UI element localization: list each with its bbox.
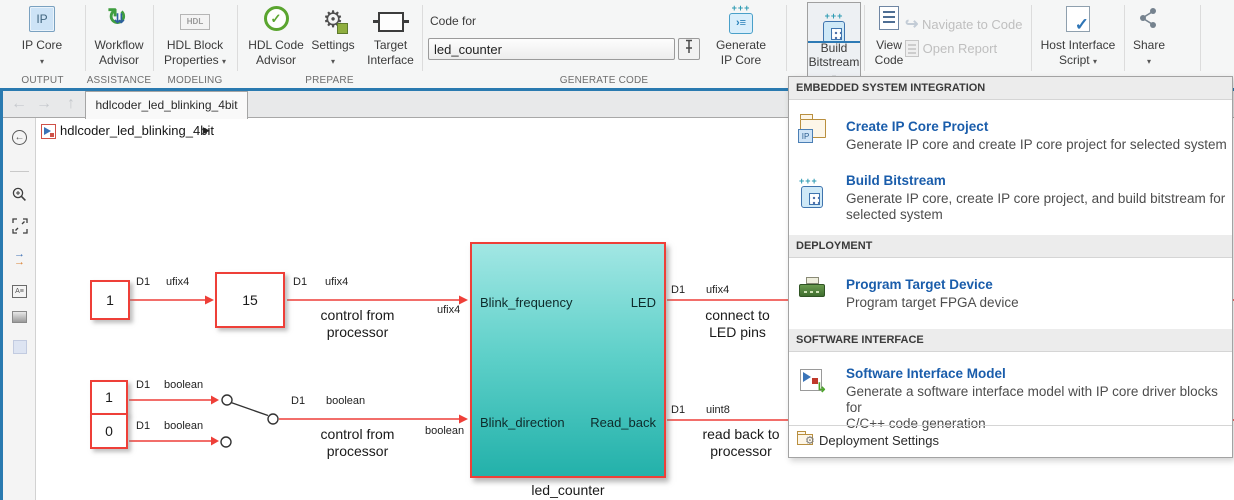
signal-type-label: uint8	[706, 404, 730, 416]
signal-rate-label: D1	[293, 276, 308, 288]
menu-item-desc: Program target FPGA device	[846, 295, 1019, 310]
menu-item-desc: Generate IP core, create IP core project…	[846, 191, 1226, 222]
signal-type-label: ufix4	[325, 276, 349, 288]
menu-section-deployment: DEPLOYMENT	[789, 235, 1232, 258]
annotation-connect-to-led-pins: connect to LED pins	[705, 307, 770, 340]
menu-divider	[789, 425, 1232, 426]
signal-rate-label: D1	[671, 284, 686, 296]
deployment-settings-icon: ⚙	[797, 431, 819, 449]
build-bitstream-icon: +++	[799, 177, 825, 208]
port-blink-direction: Blink_direction	[480, 415, 565, 430]
signal-type-label: boolean	[326, 395, 366, 407]
annotation-read-back-to-processor: read back to processor	[702, 426, 780, 459]
signal-rate-label: D1	[136, 420, 151, 432]
menu-item-desc: Generate IP core and create IP core proj…	[846, 137, 1227, 152]
deployment-settings-label: Deployment Settings	[819, 433, 939, 448]
menu-item-title: Create IP Core Project	[846, 119, 989, 134]
signal-type-label: ufix4	[706, 284, 730, 296]
tab-hdlcoder-led-blinking-4bit[interactable]: hdlcoder_led_blinking_4bit	[85, 91, 248, 119]
constant-block-freq[interactable]: 1	[90, 280, 130, 320]
signal-type-label: boolean	[164, 420, 204, 432]
software-interface-model-icon: ↳	[800, 369, 827, 395]
port-led: LED	[630, 295, 656, 310]
manual-switch	[220, 394, 279, 448]
constant-block-off[interactable]: 0	[90, 413, 128, 449]
hdl-coder-app: IP IP Core ▾ ↻ ⇊ Workflow Advisor HDL HDL…	[0, 0, 1234, 500]
program-target-device-icon	[799, 277, 825, 297]
build-bitstream-dropdown-menu: EMBEDDED SYSTEM INTEGRATION IP Create IP…	[788, 76, 1233, 458]
menu-section-embedded: EMBEDDED SYSTEM INTEGRATION	[789, 77, 1232, 100]
constant-block-on[interactable]: 1	[90, 380, 128, 415]
subsystem-name-label: led_counter	[531, 482, 605, 498]
signal-rate-label: D1	[291, 395, 306, 407]
led-counter-subsystem-block[interactable]: Blink_frequency Blink_direction LED Read…	[470, 242, 666, 478]
signal-type-label: boolean	[425, 425, 465, 437]
annotation-control-from-processor-2: control from processor	[320, 426, 395, 459]
create-ip-core-project-icon: IP	[798, 114, 826, 143]
menu-section-software-interface: SOFTWARE INTERFACE	[789, 329, 1232, 352]
signal-type-label: ufix4	[166, 276, 190, 288]
signal-rate-label: D1	[136, 276, 151, 288]
menu-item-title: Build Bitstream	[846, 173, 946, 188]
port-read-back: Read_back	[590, 415, 656, 430]
signal-type-label: ufix4	[437, 304, 461, 316]
annotation-control-from-processor-1: control from processor	[320, 307, 395, 340]
constant-block-limit[interactable]: 15	[215, 272, 285, 328]
menu-item-title: Program Target Device	[846, 277, 993, 292]
signal-type-label: boolean	[164, 379, 204, 391]
signal-rate-label: D1	[671, 404, 686, 416]
signal-rate-label: D1	[136, 379, 151, 391]
menu-item-title: Software Interface Model	[846, 366, 1006, 381]
port-blink-frequency: Blink_frequency	[480, 295, 573, 310]
